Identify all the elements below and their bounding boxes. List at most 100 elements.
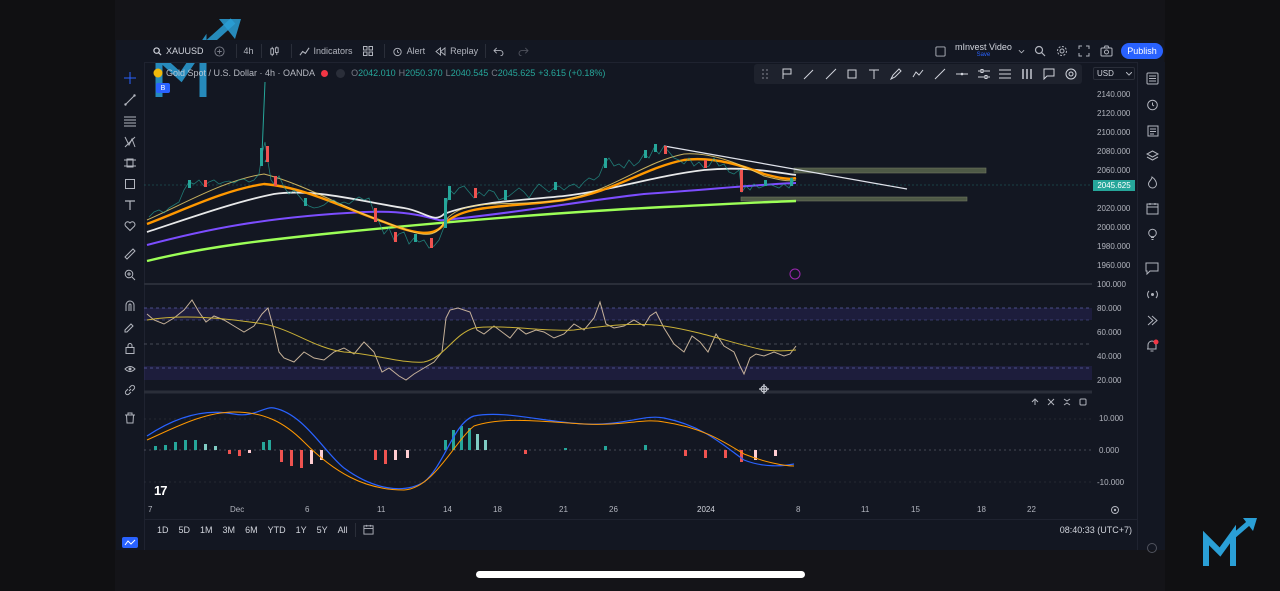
axis-settings-icon[interactable] bbox=[1110, 505, 1120, 515]
trash-icon bbox=[125, 412, 135, 424]
time-tick: 7 bbox=[148, 505, 153, 514]
lock-drawings-tool[interactable] bbox=[122, 340, 138, 356]
collapse-pane-button[interactable] bbox=[1059, 396, 1075, 408]
watchlist-widget[interactable] bbox=[1144, 70, 1160, 86]
time-tick: 8 bbox=[796, 505, 801, 514]
indicators-icon bbox=[299, 47, 310, 55]
add-symbol-button[interactable] bbox=[209, 40, 234, 62]
minvest-corner-logo bbox=[1203, 518, 1257, 566]
stay-in-drawing-tool[interactable] bbox=[122, 319, 138, 335]
rsi-tick: 80.000 bbox=[1097, 304, 1122, 313]
camera-icon[interactable] bbox=[1100, 45, 1113, 57]
templates-button[interactable] bbox=[358, 40, 382, 62]
range-6m[interactable]: 6M bbox=[240, 525, 263, 535]
layout-save-status: Save bbox=[976, 52, 991, 58]
range-ytd[interactable]: YTD bbox=[263, 525, 291, 535]
pencil-lock-icon bbox=[124, 323, 134, 333]
broadcast-icon bbox=[1146, 290, 1158, 298]
interval-button[interactable]: 4h bbox=[239, 40, 259, 62]
news-icon bbox=[1147, 125, 1158, 136]
notifications-widget[interactable] bbox=[1144, 338, 1160, 354]
settings-gear-icon[interactable] bbox=[1056, 45, 1068, 57]
alert-label: Alert bbox=[406, 46, 426, 56]
alerts-widget[interactable] bbox=[1144, 96, 1160, 112]
time-tick: 2024 bbox=[697, 505, 715, 514]
divider bbox=[383, 44, 385, 58]
rsi-tick: 100.000 bbox=[1097, 280, 1126, 289]
magnet-icon bbox=[125, 300, 135, 311]
currency-selector[interactable]: USD bbox=[1093, 67, 1135, 80]
delete-pane-button[interactable] bbox=[1043, 396, 1059, 408]
fib-tool[interactable] bbox=[122, 113, 138, 129]
layout-menu[interactable]: mInvest Video Save bbox=[935, 43, 1025, 59]
help-widget[interactable] bbox=[1144, 540, 1160, 556]
rsi-tick: 40.000 bbox=[1097, 352, 1122, 361]
text-tool[interactable] bbox=[122, 197, 138, 213]
bell-icon bbox=[1147, 339, 1159, 352]
price-chart-canvas[interactable] bbox=[144, 62, 1092, 518]
candles-icon bbox=[269, 45, 279, 56]
publish-button[interactable]: Publish bbox=[1121, 43, 1163, 59]
collapse-icon bbox=[1063, 398, 1071, 406]
redo-button[interactable] bbox=[513, 40, 538, 62]
trendline-tool[interactable] bbox=[122, 92, 138, 108]
price-tick: 2100.000 bbox=[1097, 128, 1131, 137]
fullscreen-icon[interactable] bbox=[1078, 45, 1090, 57]
range-3m[interactable]: 3M bbox=[218, 525, 241, 535]
range-all[interactable]: All bbox=[333, 525, 353, 535]
alert-button[interactable]: Alert bbox=[387, 40, 431, 62]
layers-widget[interactable] bbox=[1144, 148, 1160, 164]
quick-search-icon[interactable] bbox=[1034, 45, 1046, 57]
zoom-tool[interactable] bbox=[122, 267, 138, 283]
flame-icon bbox=[1147, 175, 1157, 189]
plus-circle-icon bbox=[213, 45, 225, 57]
chart-type-button[interactable] bbox=[264, 40, 289, 62]
symbol-search[interactable]: XAUUSD bbox=[148, 40, 209, 62]
calendar-widget[interactable] bbox=[1144, 200, 1160, 216]
move-pane-up-button[interactable] bbox=[1027, 396, 1043, 408]
news-widget[interactable] bbox=[1144, 122, 1160, 138]
sync-drawings-tool[interactable] bbox=[122, 382, 138, 398]
last-price-tag: 2045.625 bbox=[1093, 180, 1135, 191]
range-5d[interactable]: 5D bbox=[174, 525, 196, 535]
indicators-label: Indicators bbox=[313, 46, 353, 56]
ideas-widget[interactable] bbox=[1144, 174, 1160, 190]
maximize-pane-button[interactable] bbox=[1075, 396, 1091, 408]
shape-tool[interactable] bbox=[122, 176, 138, 192]
zoom-in-icon bbox=[124, 269, 136, 281]
layout-name: mInvest Video bbox=[955, 42, 1012, 52]
range-5y[interactable]: 5Y bbox=[312, 525, 333, 535]
indicators-button[interactable]: Indicators bbox=[294, 40, 358, 62]
streams-widget[interactable] bbox=[1144, 286, 1160, 302]
layout-square-icon bbox=[935, 45, 946, 57]
crosshair-tool[interactable] bbox=[122, 70, 138, 86]
home-indicator bbox=[476, 571, 805, 578]
remove-drawings-tool[interactable] bbox=[122, 410, 138, 426]
replay-button[interactable]: Replay bbox=[430, 40, 483, 62]
right-widget-bar bbox=[1137, 62, 1165, 553]
range-1m[interactable]: 1M bbox=[195, 525, 218, 535]
clock[interactable]: 08:40:33 (UTC+7) bbox=[1055, 525, 1137, 535]
undo-button[interactable] bbox=[488, 40, 513, 62]
pine-editor-toggle[interactable] bbox=[122, 537, 138, 548]
heart-icon bbox=[124, 221, 136, 232]
magnet-tool[interactable] bbox=[122, 298, 138, 314]
price-tick: 2120.000 bbox=[1097, 109, 1131, 118]
projection-tool[interactable] bbox=[122, 155, 138, 171]
range-1d[interactable]: 1D bbox=[152, 525, 174, 535]
tips-widget[interactable] bbox=[1144, 226, 1160, 242]
chat-widget[interactable] bbox=[1144, 260, 1160, 276]
favorites-tool[interactable] bbox=[122, 218, 138, 234]
price-tick: 1960.000 bbox=[1097, 261, 1131, 270]
price-tick: 2000.000 bbox=[1097, 223, 1131, 232]
pattern-tool[interactable] bbox=[122, 134, 138, 150]
trendline-icon bbox=[124, 94, 136, 106]
wave-icon bbox=[124, 539, 136, 545]
goto-date-button[interactable] bbox=[358, 524, 379, 537]
replay-icon bbox=[435, 46, 446, 56]
hide-drawings-tool[interactable] bbox=[122, 361, 138, 377]
ruler-tool[interactable] bbox=[122, 246, 138, 262]
ruler-icon bbox=[124, 248, 136, 260]
range-1y[interactable]: 1Y bbox=[291, 525, 312, 535]
play-widget[interactable] bbox=[1144, 312, 1160, 328]
